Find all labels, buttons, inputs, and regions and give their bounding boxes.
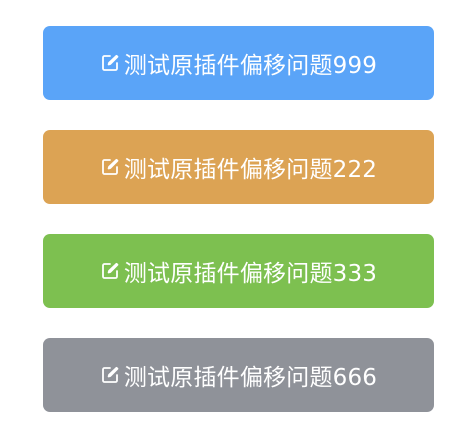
- edit-icon: [100, 53, 120, 73]
- edit-icon: [100, 157, 120, 177]
- button-label: 测试原插件偏移问题222: [123, 157, 378, 183]
- button-label: 测试原插件偏移问题999: [123, 53, 378, 79]
- test-button-999[interactable]: 测试原插件偏移问题999: [43, 26, 434, 100]
- button-list: 测试原插件偏移问题999 测试原插件偏移问题222 测试原插件偏移问题333 测…: [43, 26, 434, 412]
- button-label: 测试原插件偏移问题333: [123, 261, 378, 287]
- edit-icon: [100, 261, 120, 281]
- test-button-666[interactable]: 测试原插件偏移问题666: [43, 338, 434, 412]
- edit-icon: [100, 365, 120, 385]
- button-label: 测试原插件偏移问题666: [123, 365, 378, 391]
- test-button-222[interactable]: 测试原插件偏移问题222: [43, 130, 434, 204]
- test-button-333[interactable]: 测试原插件偏移问题333: [43, 234, 434, 308]
